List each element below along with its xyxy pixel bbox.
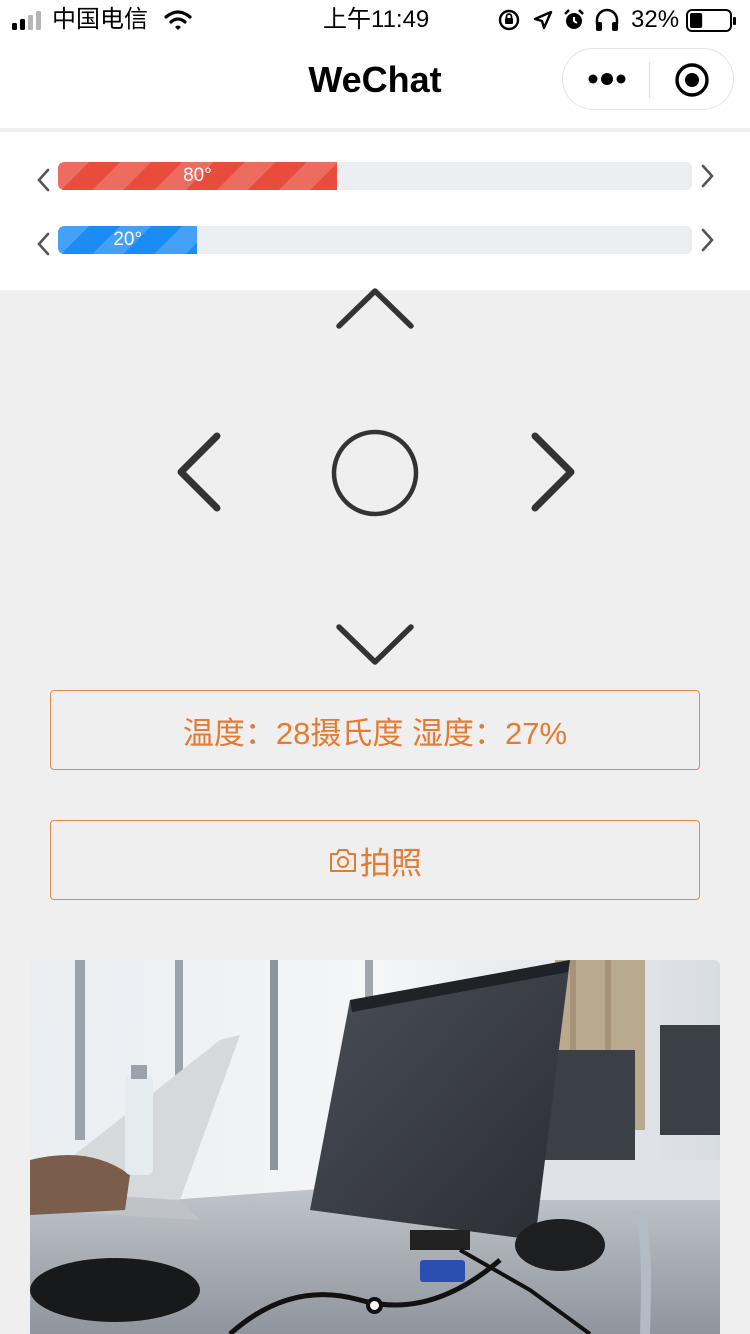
slider1-increase-icon[interactable] <box>697 162 717 190</box>
down-arrow-button[interactable] <box>335 620 415 668</box>
camera-photo <box>30 960 720 1334</box>
orientation-lock-icon <box>498 9 520 31</box>
center-reset-button[interactable] <box>330 428 420 518</box>
more-dots-icon <box>588 73 626 85</box>
carousel-indicator-dot[interactable] <box>366 1297 383 1314</box>
status-time: 上午11:49 <box>323 6 430 33</box>
slider-horizontal-value: 80° <box>183 165 212 186</box>
left-arrow-button[interactable] <box>172 430 226 514</box>
captured-image <box>30 960 720 1334</box>
battery-icon <box>686 9 736 32</box>
slider-vertical-fill[interactable]: 20° <box>58 226 198 254</box>
slider-vertical-track[interactable]: 20° <box>58 226 692 254</box>
headphones-icon <box>595 8 619 31</box>
capsule-target-icon <box>675 63 709 97</box>
take-photo-button[interactable]: 拍照 <box>50 820 700 900</box>
mini-program-capsule <box>562 48 734 110</box>
slider2-increase-icon[interactable] <box>697 226 717 254</box>
location-icon <box>533 10 553 30</box>
battery-percent: 32% <box>631 6 680 33</box>
servo-slider-panel: 80° 20° <box>0 132 750 290</box>
close-miniprogram-button[interactable] <box>650 49 734 109</box>
slider2-decrease-icon[interactable] <box>34 230 54 258</box>
sensor-readout-box: 温度：28摄氏度 湿度：27% <box>50 690 700 770</box>
nav-bar: WeChat <box>0 40 750 128</box>
carrier-name: 中国电信 <box>52 6 148 33</box>
slider-horizontal-track[interactable]: 80° <box>58 162 692 190</box>
more-button[interactable] <box>563 49 649 109</box>
sensor-readout-text: 温度：28摄氏度 湿度：27% <box>182 715 568 751</box>
wifi-icon <box>164 10 192 30</box>
slider-vertical-value: 20° <box>113 229 143 250</box>
signal-icon <box>12 11 41 30</box>
take-photo-label: 拍照 <box>360 845 422 881</box>
camera-icon <box>330 849 356 872</box>
right-arrow-button[interactable] <box>526 430 580 514</box>
up-arrow-button[interactable] <box>335 285 415 333</box>
slider1-decrease-icon[interactable] <box>34 166 54 194</box>
slider-horizontal-fill[interactable]: 80° <box>58 162 337 190</box>
alarm-icon <box>564 9 584 29</box>
status-bar: 中国电信 上午11:49 32% <box>0 0 750 40</box>
